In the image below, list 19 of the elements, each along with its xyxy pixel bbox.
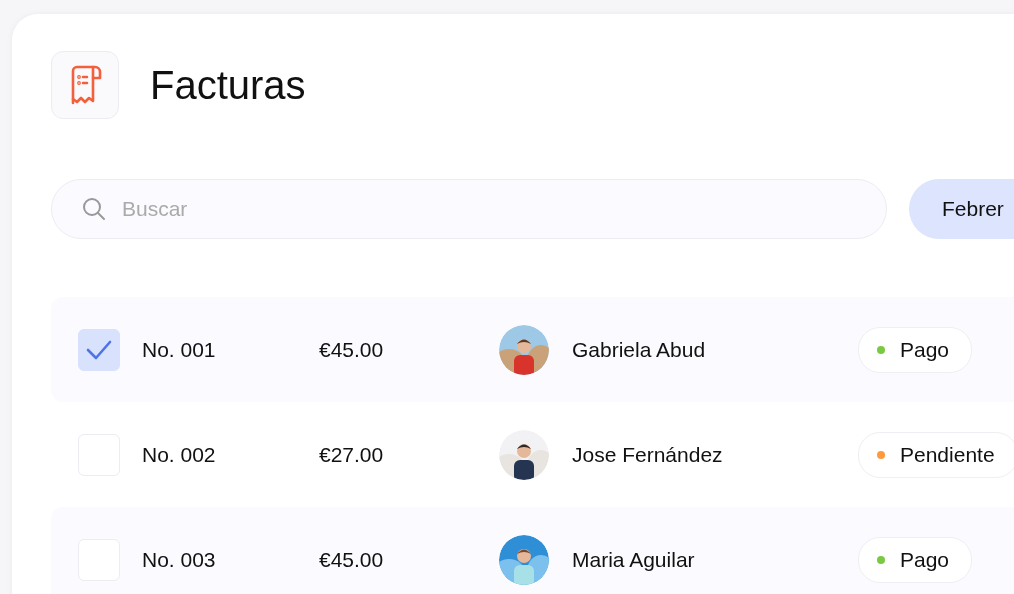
invoice-amount: €45.00 [319,337,385,362]
row-checkbox[interactable] [78,328,120,371]
invoice-number: No. 002 [142,442,217,467]
invoice-amount: €45.00 [319,547,385,572]
check-icon [86,338,112,361]
month-button[interactable]: Febrer [909,179,1014,239]
search-icon [81,196,107,222]
customer-name: Gabriela Abud [572,337,707,362]
invoice-number: No. 001 [142,337,217,362]
receipt-icon [51,51,119,119]
customer-name: Maria Aguilar [572,547,696,572]
invoice-number: No. 003 [142,547,217,572]
page-title: Facturas [150,62,306,108]
status-label: Pendiente [900,442,995,467]
customer-name: Jose Fernández [572,442,724,467]
status-label: Pago [900,337,950,362]
search-field[interactable]: Buscar [51,179,887,239]
invoice-amount: €27.00 [319,442,385,467]
status-label: Pago [900,547,950,572]
